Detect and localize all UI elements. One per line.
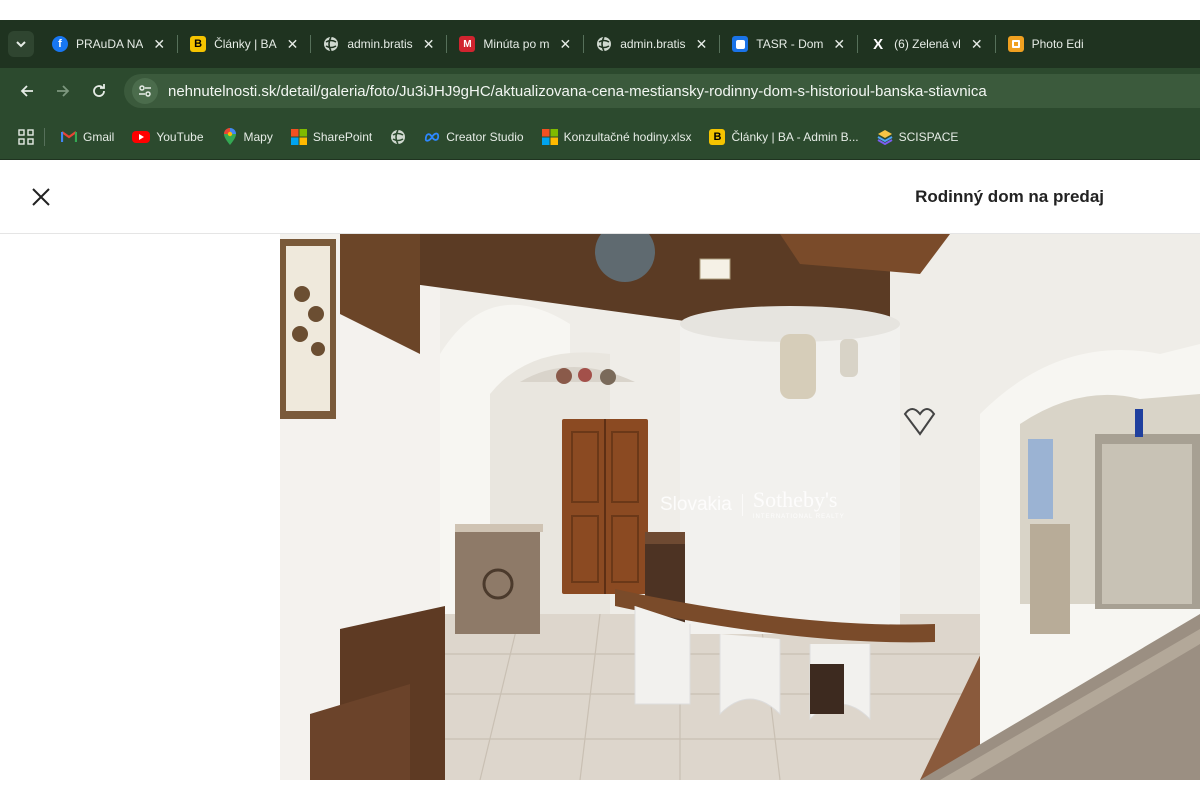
close-icon bbox=[32, 188, 50, 206]
tab-title: admin.bratis bbox=[347, 37, 413, 51]
close-tab-icon[interactable]: ✕ bbox=[287, 36, 299, 53]
tab-3[interactable]: admin.bratis ✕ bbox=[315, 27, 442, 61]
close-tab-icon[interactable]: ✕ bbox=[696, 36, 708, 53]
tab-divider bbox=[719, 35, 721, 53]
minuta-icon: M bbox=[459, 36, 476, 52]
reload-icon bbox=[93, 84, 105, 97]
tab-6[interactable]: TASR - Dom ✕ bbox=[724, 27, 853, 61]
close-tab-icon[interactable]: ✕ bbox=[559, 36, 571, 53]
maps-icon bbox=[222, 127, 238, 145]
gmail-icon bbox=[61, 129, 77, 145]
youtube-icon bbox=[132, 130, 151, 143]
url-text[interactable]: nehnutelnosti.sk/detail/galeria/foto/Ju3… bbox=[168, 83, 987, 100]
address-bar[interactable]: nehnutelnosti.sk/detail/galeria/foto/Ju3… bbox=[124, 74, 1200, 108]
close-tab-icon[interactable]: ✕ bbox=[423, 36, 435, 53]
navigation-bar: nehnutelnosti.sk/detail/galeria/foto/Ju3… bbox=[0, 68, 1200, 114]
bookmarks-bar: Gmail YouTube Mapy SharePoint Creator St… bbox=[0, 114, 1200, 160]
watermark-brand: Sotheby's bbox=[752, 487, 838, 512]
tab-title: Články | BA bbox=[214, 37, 277, 51]
reload-button[interactable] bbox=[84, 76, 114, 106]
close-tab-icon[interactable]: ✕ bbox=[153, 36, 165, 53]
microsoft-icon bbox=[290, 128, 307, 145]
bookmark-gmail[interactable]: Gmail bbox=[61, 129, 114, 145]
watermark-logo: Slovakia Sotheby's INTERNATIONAL REALTY bbox=[660, 487, 845, 521]
bookmark-label: SCISPACE bbox=[898, 129, 959, 144]
gallery-area: Slovakia Sotheby's INTERNATIONAL REALTY bbox=[0, 234, 1200, 780]
bookmark-scispace[interactable]: SCISPACE bbox=[877, 129, 959, 145]
back-button[interactable] bbox=[12, 76, 42, 106]
tab-1[interactable]: f PRAuDA NA ✕ bbox=[44, 27, 173, 61]
close-tab-icon[interactable]: ✕ bbox=[971, 36, 983, 53]
close-tab-icon[interactable]: ✕ bbox=[833, 36, 845, 53]
tune-icon bbox=[139, 85, 151, 97]
tab-4[interactable]: M Minúta po m ✕ bbox=[451, 27, 579, 61]
tab-bar: f PRAuDA NA ✕ B Články | BA ✕ admin.brat… bbox=[0, 20, 1200, 68]
tab-8[interactable]: Photo Edi bbox=[1000, 27, 1092, 61]
bookmark-label: YouTube bbox=[156, 129, 204, 144]
close-gallery-button[interactable] bbox=[28, 184, 54, 210]
watermark-subtitle: INTERNATIONAL REALTY bbox=[752, 514, 845, 520]
tab-divider bbox=[177, 35, 179, 53]
tab-2[interactable]: B Články | BA ✕ bbox=[182, 27, 306, 61]
tab-7[interactable]: X (6) Zelená vl ✕ bbox=[862, 27, 990, 61]
bookmark-divider bbox=[44, 127, 45, 146]
bookmark-label: Mapy bbox=[243, 129, 273, 144]
globe-icon bbox=[323, 36, 339, 52]
tab-title: TASR - Dom bbox=[756, 37, 824, 51]
tab-divider bbox=[310, 35, 312, 53]
globe-icon bbox=[596, 36, 612, 52]
bookmark-maps[interactable]: Mapy bbox=[222, 127, 273, 145]
b-logo-icon: B bbox=[190, 36, 207, 52]
bookmark-label: Creator Studio bbox=[446, 129, 524, 144]
chevron-down-icon bbox=[16, 41, 26, 48]
tab-title: (6) Zelená vl bbox=[894, 37, 961, 51]
bookmark-konzultacne-hodiny[interactable]: Konzultačné hodiny.xlsx bbox=[541, 128, 692, 145]
photo-editor-icon bbox=[1007, 36, 1024, 52]
gallery-photo[interactable]: Slovakia Sotheby's INTERNATIONAL REALTY bbox=[280, 234, 1200, 780]
watermark-region: Slovakia bbox=[660, 493, 743, 516]
bookmark-youtube[interactable]: YouTube bbox=[132, 129, 204, 144]
tab-search-button[interactable] bbox=[8, 31, 34, 57]
tab-title: PRAuDA NA bbox=[76, 37, 144, 51]
arrow-right-icon bbox=[57, 85, 70, 97]
apps-button[interactable] bbox=[18, 128, 34, 145]
scispace-icon bbox=[877, 129, 893, 145]
apps-grid-icon bbox=[18, 128, 34, 145]
bookmark-label: Konzultačné hodiny.xlsx bbox=[563, 129, 692, 144]
tasr-icon bbox=[732, 36, 749, 52]
globe-icon bbox=[390, 129, 406, 145]
meta-icon bbox=[424, 129, 440, 145]
bookmark-label: Gmail bbox=[83, 129, 115, 144]
tab-divider bbox=[857, 35, 859, 53]
gallery-header: Rodinný dom na predaj bbox=[0, 160, 1200, 234]
forward-button[interactable] bbox=[48, 76, 78, 106]
bookmark-label: SharePoint bbox=[312, 129, 373, 144]
tab-divider bbox=[583, 35, 585, 53]
tab-title: Photo Edi bbox=[1031, 37, 1084, 51]
bookmark-clanky-ba[interactable]: B Články | BA - Admin B... bbox=[709, 128, 859, 145]
site-info-button[interactable] bbox=[132, 78, 158, 104]
bookmark-label: Články | BA - Admin B... bbox=[731, 129, 859, 144]
tab-title: Minúta po m bbox=[483, 37, 550, 51]
tab-title: admin.bratis bbox=[620, 37, 686, 51]
tab-divider bbox=[994, 35, 996, 53]
page-title: Rodinný dom na predaj bbox=[915, 187, 1104, 206]
microsoft-icon bbox=[541, 128, 558, 145]
tab-5[interactable]: admin.bratis ✕ bbox=[588, 27, 715, 61]
bookmark-sharepoint[interactable]: SharePoint bbox=[290, 128, 373, 145]
tab-divider bbox=[446, 35, 448, 53]
facebook-icon: f bbox=[52, 36, 68, 52]
bookmark-globe[interactable] bbox=[390, 129, 412, 145]
x-logo-icon: X bbox=[873, 35, 884, 53]
b-logo-icon: B bbox=[709, 128, 726, 145]
bookmark-creator-studio[interactable]: Creator Studio bbox=[424, 129, 524, 145]
arrow-left-icon bbox=[20, 85, 33, 97]
top-strip bbox=[0, 0, 1200, 20]
